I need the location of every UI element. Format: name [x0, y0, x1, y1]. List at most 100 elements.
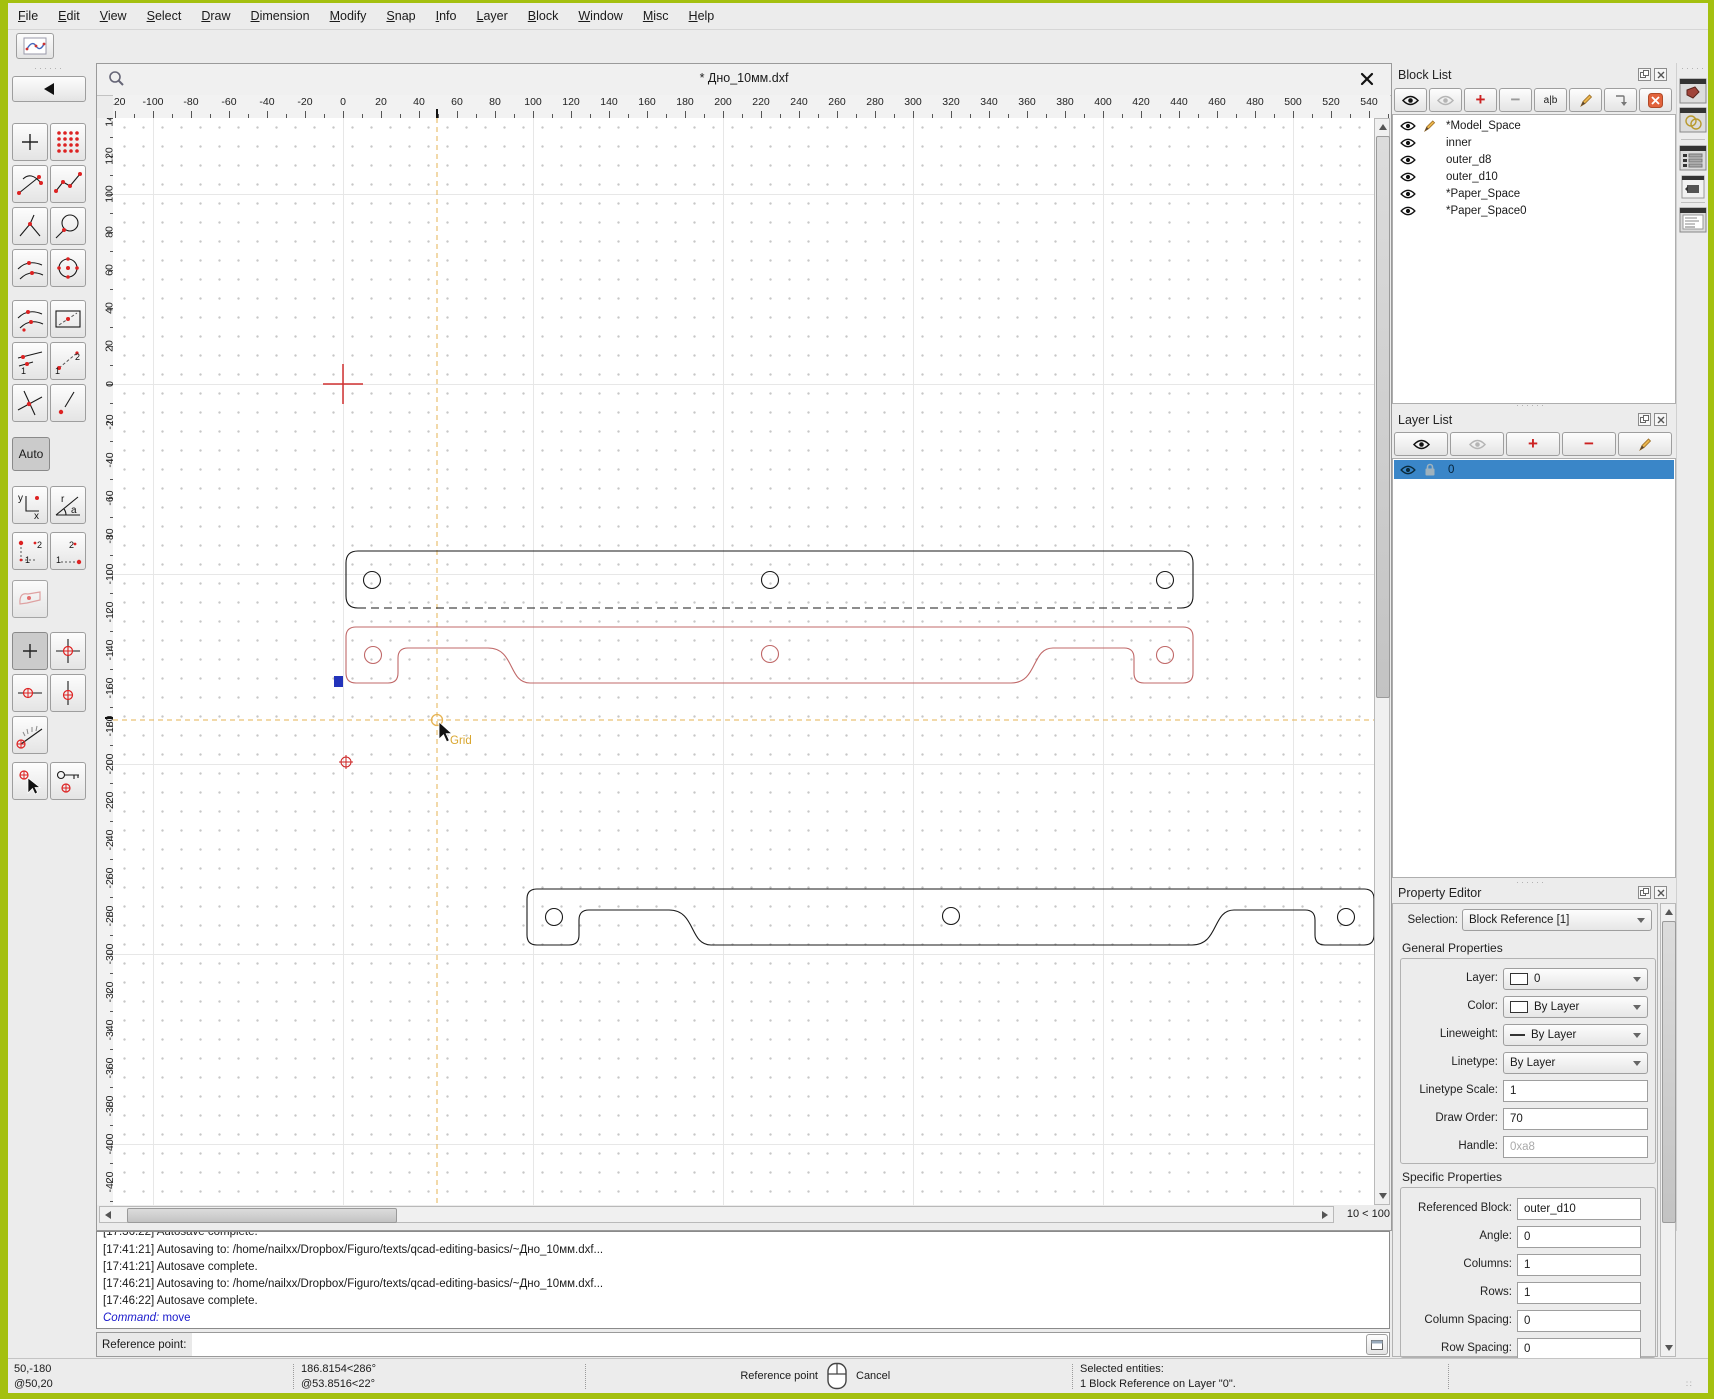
snap-polar-coordinate-button[interactable]: ra [50, 486, 86, 524]
insert-block-button[interactable] [1604, 88, 1637, 112]
set-relative-zero-button[interactable] [12, 762, 48, 800]
scroll-up-icon[interactable] [1379, 124, 1387, 130]
layer-show-all-button[interactable] [1394, 432, 1448, 456]
add-layer-button[interactable]: + [1506, 432, 1560, 456]
plate-selected-entity[interactable] [345, 626, 1194, 684]
menu-misc[interactable]: Misc [633, 9, 679, 23]
property-editor-float-icon[interactable] [1638, 886, 1651, 899]
column-spacing-input[interactable]: 0 [1517, 1310, 1641, 1332]
snap-ortho-button[interactable] [50, 384, 86, 422]
referenced-block-input[interactable]: outer_d10 [1517, 1198, 1641, 1220]
visible-eye-icon[interactable] [1400, 172, 1416, 182]
vertical-scrollbar-thumb[interactable] [1376, 136, 1390, 698]
layer-list-close-icon[interactable] [1654, 413, 1667, 426]
snap-distance-manual-button[interactable]: 12 [50, 342, 86, 380]
visible-eye-icon[interactable] [1400, 155, 1416, 165]
selection-combo[interactable]: Block Reference [1] [1462, 909, 1652, 931]
scroll-left-icon[interactable] [105, 1211, 111, 1219]
snap-relative-xy-button[interactable]: 12 [12, 532, 48, 570]
snap-center-button[interactable] [50, 249, 86, 287]
angle-input[interactable]: 0 [1517, 1226, 1641, 1248]
visible-eye-icon[interactable] [1400, 189, 1416, 199]
command-input[interactable] [192, 1333, 1366, 1356]
drawing-viewport[interactable]: Grid [113, 118, 1375, 1205]
menu-dimension[interactable]: Dimension [241, 9, 320, 23]
restrict-vertical-button[interactable] [50, 674, 86, 712]
restrict-horizontal-button[interactable] [12, 674, 48, 712]
restrict-orthogonal-button[interactable] [50, 632, 86, 670]
layer-hide-all-button[interactable] [1450, 432, 1504, 456]
linetype-combo[interactable]: By Layer [1503, 1052, 1648, 1074]
edit-block-button[interactable] [1569, 88, 1602, 112]
block-row-outer-d8[interactable]: outer_d8 [1394, 151, 1674, 168]
snap-on-entity-button[interactable] [50, 165, 86, 203]
scroll-down-icon[interactable] [1665, 1345, 1673, 1351]
restrict-off-button[interactable] [12, 632, 48, 670]
menu-edit[interactable]: Edit [48, 9, 90, 23]
menu-block[interactable]: Block [518, 9, 569, 23]
property-editor-close-icon[interactable] [1654, 886, 1667, 899]
snap-auto-button[interactable]: Auto [12, 437, 50, 471]
command-line-panel-icon[interactable] [1681, 175, 1705, 204]
add-block-button[interactable]: + [1464, 88, 1497, 112]
menu-info[interactable]: Info [426, 9, 467, 23]
free-snap-button[interactable] [12, 123, 48, 161]
menu-select[interactable]: Select [137, 9, 192, 23]
menu-help[interactable]: Help [679, 9, 725, 23]
snap-reference-button[interactable] [50, 300, 86, 338]
horizontal-scrollbar[interactable] [99, 1206, 1334, 1223]
app-tool-button[interactable] [16, 33, 54, 59]
block-row-paper-space[interactable]: *Paper_Space [1394, 185, 1674, 202]
drawing-window-titlebar[interactable]: * Дно_10мм.dxf [97, 64, 1391, 96]
menu-layer[interactable]: Layer [467, 9, 518, 23]
lock-relative-zero-button[interactable] [50, 762, 86, 800]
columns-input[interactable]: 1 [1517, 1254, 1641, 1276]
library-browser-panel-icon[interactable] [1679, 207, 1707, 238]
visible-eye-icon[interactable] [1400, 138, 1416, 148]
resize-grip[interactable]: ∷ [1686, 1379, 1694, 1390]
reference-point-handle[interactable] [334, 676, 343, 687]
block-list-panel-icon[interactable] [1679, 78, 1707, 109]
plate-top-entity[interactable] [345, 550, 1194, 609]
strip-handle[interactable]: ····· [1681, 63, 1706, 73]
close-icon[interactable] [1359, 71, 1375, 87]
row-spacing-input[interactable]: 0 [1517, 1338, 1641, 1360]
snap-restrict-tool-button[interactable] [12, 580, 48, 618]
menu-window[interactable]: Window [568, 9, 632, 23]
snap-entity-handle-button[interactable] [50, 207, 86, 245]
vertical-scrollbar[interactable] [1374, 118, 1390, 1205]
panel-splitter[interactable]: ······ [1516, 400, 1546, 410]
layer-row-0[interactable]: 0 [1394, 460, 1674, 479]
block-row-inner[interactable]: inner [1394, 134, 1674, 151]
command-options-button[interactable] [1366, 1334, 1388, 1355]
block-row-model-space[interactable]: *Model_Space [1394, 117, 1674, 134]
property-editor-scrollbar[interactable] [1660, 903, 1676, 1357]
block-show-all-button[interactable] [1394, 88, 1427, 112]
menu-draw[interactable]: Draw [191, 9, 240, 23]
snap-relative-polar-button[interactable]: 12 [50, 532, 86, 570]
block-row-outer-d10[interactable]: outer_d10 [1394, 168, 1674, 185]
snap-intersection-button[interactable] [12, 384, 48, 422]
plate-bottom-entity[interactable] [526, 888, 1375, 946]
linetype-scale-input[interactable]: 1 [1503, 1080, 1648, 1102]
toolbar-handle[interactable]: ······ [34, 63, 64, 73]
block-hide-all-button[interactable] [1429, 88, 1462, 112]
edit-layer-button[interactable] [1618, 432, 1672, 456]
scroll-up-icon[interactable] [1665, 909, 1673, 915]
snap-endpoints-button[interactable] [12, 165, 48, 203]
menu-snap[interactable]: Snap [376, 9, 425, 23]
layer-combo[interactable]: 0 [1503, 968, 1648, 990]
scroll-down-icon[interactable] [1379, 1193, 1387, 1199]
scroll-right-icon[interactable] [1322, 1211, 1328, 1219]
menu-view[interactable]: View [90, 9, 137, 23]
visible-eye-icon[interactable] [1400, 121, 1416, 131]
draw-order-input[interactable]: 70 [1503, 1108, 1648, 1130]
layer-list-float-icon[interactable] [1638, 413, 1651, 426]
menu-file[interactable]: File [8, 9, 48, 23]
visible-eye-icon[interactable] [1400, 465, 1416, 475]
rows-input[interactable]: 1 [1517, 1282, 1641, 1304]
horizontal-scrollbar-thumb[interactable] [127, 1208, 397, 1223]
panel-splitter[interactable]: ······ [1516, 877, 1546, 887]
layer-list-panel-icon[interactable] [1679, 107, 1707, 138]
restrict-angle-button[interactable] [12, 716, 48, 754]
